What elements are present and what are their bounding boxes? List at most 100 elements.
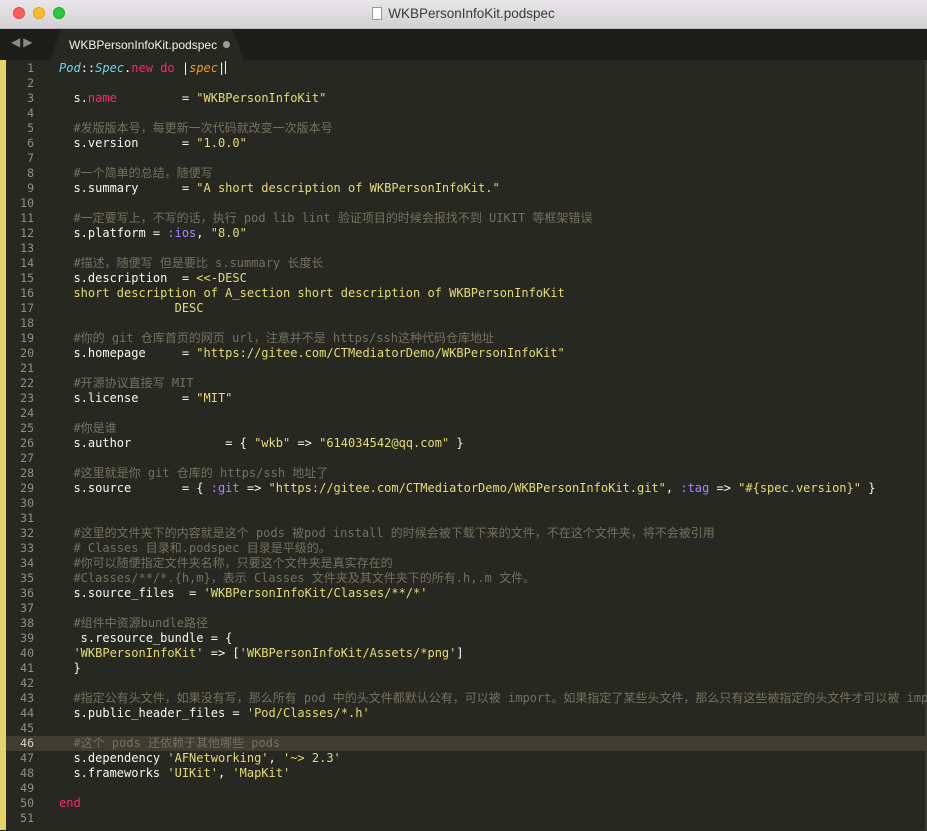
code-line-41[interactable]: 41 } — [6, 661, 927, 676]
code-line-15[interactable]: 15 s.description = <<-DESC — [6, 271, 927, 286]
line-number: 40 — [20, 646, 34, 660]
code-token: <<-DESC — [196, 271, 247, 285]
line-number: 42 — [20, 676, 34, 690]
code-line-13[interactable]: 13 — [6, 241, 927, 256]
code-token: s.dependency — [59, 751, 168, 765]
code-line-23[interactable]: 23 s.license = "MIT" — [6, 391, 927, 406]
code-line-35[interactable]: 35 #Classes/**/*.{h,m}，表示 Classes 文件夹及其文… — [6, 571, 927, 586]
code-line-44[interactable]: 44 s.public_header_files = 'Pod/Classes/… — [6, 706, 927, 721]
code-line-17[interactable]: 17 DESC — [6, 301, 927, 316]
code-line-46[interactable]: 46 #这个 pods 还依赖于其他哪些 pods — [6, 736, 927, 751]
line-number: 11 — [20, 211, 34, 225]
line-number: 16 — [20, 286, 34, 300]
code-line-37[interactable]: 37 — [6, 601, 927, 616]
code-line-24[interactable]: 24 — [6, 406, 927, 421]
code-token: #指定公有头文件，如果没有写，那么所有 pod 中的头文件都默认公有，可以被 i… — [59, 691, 927, 705]
code-editor[interactable]: 1 Pod::Spec.new do |spec| 2 3 s.name = "WKB… — [6, 60, 927, 831]
code-line-38[interactable]: 38 #组件中资源bundle路径 — [6, 616, 927, 631]
code-token: 'AFNetworking' — [167, 751, 269, 765]
line-number: 2 — [27, 76, 34, 90]
code-line-4[interactable]: 4 — [6, 106, 927, 121]
code-token: s.author = { — [59, 436, 255, 450]
line-number: 46 — [20, 736, 34, 750]
code-line-20[interactable]: 20 s.homepage = "https://gitee.com/CTMed… — [6, 346, 927, 361]
line-code: s.public_header_files = 'Pod/Classes/*.h… — [59, 706, 369, 721]
line-code: #一定要写上，不写的话，执行 pod lib lint 验证项目的时候会报找不到… — [59, 211, 592, 226]
line-number: 6 — [27, 136, 34, 150]
code-token: s.resource_bundle = { — [59, 631, 233, 645]
code-line-50[interactable]: 50 end — [6, 796, 927, 811]
code-line-16[interactable]: 16 short description of A_section short … — [6, 286, 927, 301]
code-line-40[interactable]: 40 'WKBPersonInfoKit' => ['WKBPersonInfo… — [6, 646, 927, 661]
code-line-19[interactable]: 19 #你的 git 仓库首页的网页 url，注意并不是 https/ssh这种… — [6, 331, 927, 346]
tab-wkbpersoninfokit-podspec[interactable]: WKBPersonInfoKit.podspec — [50, 29, 244, 60]
code-line-49[interactable]: 49 — [6, 781, 927, 796]
code-line-9[interactable]: 9 s.summary = "A short description of WK… — [6, 181, 927, 196]
line-code: 'WKBPersonInfoKit' => ['WKBPersonInfoKit… — [59, 646, 463, 661]
code-token: s.summary = — [59, 181, 197, 195]
code-token: short description of A_section short des… — [59, 286, 565, 300]
code-token: , — [268, 751, 283, 765]
unsaved-dot-icon[interactable] — [223, 41, 230, 48]
code-line-36[interactable]: 36 s.source_files = 'WKBPersonInfoKit/Cl… — [6, 586, 927, 601]
line-code: s.homepage = "https://gitee.com/CTMediat… — [59, 346, 565, 361]
code-line-21[interactable]: 21 — [6, 361, 927, 376]
line-number: 34 — [20, 556, 34, 570]
code-line-42[interactable]: 42 — [6, 676, 927, 691]
code-line-32[interactable]: 32 #这里的文件夹下的内容就是这个 pods 被pod install 的时候… — [6, 526, 927, 541]
code-line-6[interactable]: 6 s.version = "1.0.0" — [6, 136, 927, 151]
code-token: "8.0" — [210, 226, 247, 240]
line-number: 1 — [27, 61, 34, 75]
line-number: 38 — [20, 616, 34, 630]
code-token: "https://gitee.com/CTMediatorDemo/WKBPer… — [196, 346, 565, 360]
line-number: 29 — [20, 481, 34, 495]
code-line-5[interactable]: 5 #发版版本号，每更新一次代码就改变一次版本号 — [6, 121, 927, 136]
code-line-22[interactable]: 22 #开源协议直接写 MIT — [6, 376, 927, 391]
line-number: 50 — [20, 796, 34, 810]
line-number: 14 — [20, 256, 34, 270]
line-number: 49 — [20, 781, 34, 795]
code-line-26[interactable]: 26 s.author = { "wkb" => "614034542@qq.c… — [6, 436, 927, 451]
code-line-43[interactable]: 43 #指定公有头文件，如果没有写，那么所有 pod 中的头文件都默认公有，可以… — [6, 691, 927, 706]
line-code: #你的 git 仓库首页的网页 url，注意并不是 https/ssh这种代码仓… — [59, 331, 494, 346]
code-line-3[interactable]: 3 s.name = "WKBPersonInfoKit" — [6, 91, 927, 106]
line-code: #这里就是你 git 仓库的 https/ssh 地址了 — [59, 466, 328, 481]
code-line-7[interactable]: 7 — [6, 151, 927, 166]
code-line-29[interactable]: 29 s.source = { :git => "https://gitee.c… — [6, 481, 927, 496]
code-line-39[interactable]: 39 s.resource_bundle = { — [6, 631, 927, 646]
code-line-45[interactable]: 45 — [6, 721, 927, 736]
code-line-25[interactable]: 25 #你是谁 — [6, 421, 927, 436]
code-line-14[interactable]: 14 #描述，随便写 但是要比 s.summary 长度长 — [6, 256, 927, 271]
tab-back-arrow-icon[interactable]: ◀ — [11, 35, 23, 49]
code-line-11[interactable]: 11 #一定要写上，不写的话，执行 pod lib lint 验证项目的时候会报… — [6, 211, 927, 226]
code-line-34[interactable]: 34 #你可以随便指定文件夹名称，只要这个文件夹是真实存在的 — [6, 556, 927, 571]
code-line-1[interactable]: 1 Pod::Spec.new do |spec| — [6, 61, 927, 76]
code-line-33[interactable]: 33 # Classes 目录和.podspec 目录是平级的。 — [6, 541, 927, 556]
code-line-18[interactable]: 18 — [6, 316, 927, 331]
code-line-2[interactable]: 2 — [6, 76, 927, 91]
code-token: '~> 2.3' — [282, 751, 341, 765]
line-number: 10 — [20, 196, 34, 210]
code-line-51[interactable]: 51 — [6, 811, 927, 826]
code-line-12[interactable]: 12 s.platform = :ios, "8.0" — [6, 226, 927, 241]
line-code: #描述，随便写 但是要比 s.summary 长度长 — [59, 256, 323, 271]
code-token: "wkb" — [254, 436, 291, 450]
code-token: #你的 git 仓库首页的网页 url，注意并不是 https/ssh这种代码仓… — [59, 331, 494, 345]
code-line-10[interactable]: 10 — [6, 196, 927, 211]
code-line-31[interactable]: 31 — [6, 511, 927, 526]
line-number: 5 — [27, 121, 34, 135]
code-line-8[interactable]: 8 #一个简单的总结，随便写 — [6, 166, 927, 181]
code-token: 'WKBPersonInfoKit' — [73, 646, 204, 660]
line-number: 23 — [20, 391, 34, 405]
code-token: #描述，随便写 但是要比 s.summary 长度长 — [59, 256, 324, 270]
code-line-48[interactable]: 48 s.frameworks 'UIKit', 'MapKit' — [6, 766, 927, 781]
line-code: s.license = "MIT" — [59, 391, 232, 406]
line-code: s.resource_bundle = { — [59, 631, 233, 646]
code-token: , — [665, 481, 681, 495]
code-line-30[interactable]: 30 — [6, 496, 927, 511]
line-number: 24 — [20, 406, 34, 420]
code-line-27[interactable]: 27 — [6, 451, 927, 466]
code-line-28[interactable]: 28 #这里就是你 git 仓库的 https/ssh 地址了 — [6, 466, 927, 481]
code-line-47[interactable]: 47 s.dependency 'AFNetworking', '~> 2.3' — [6, 751, 927, 766]
tab-forward-arrow-icon[interactable]: ▶ — [23, 35, 35, 49]
